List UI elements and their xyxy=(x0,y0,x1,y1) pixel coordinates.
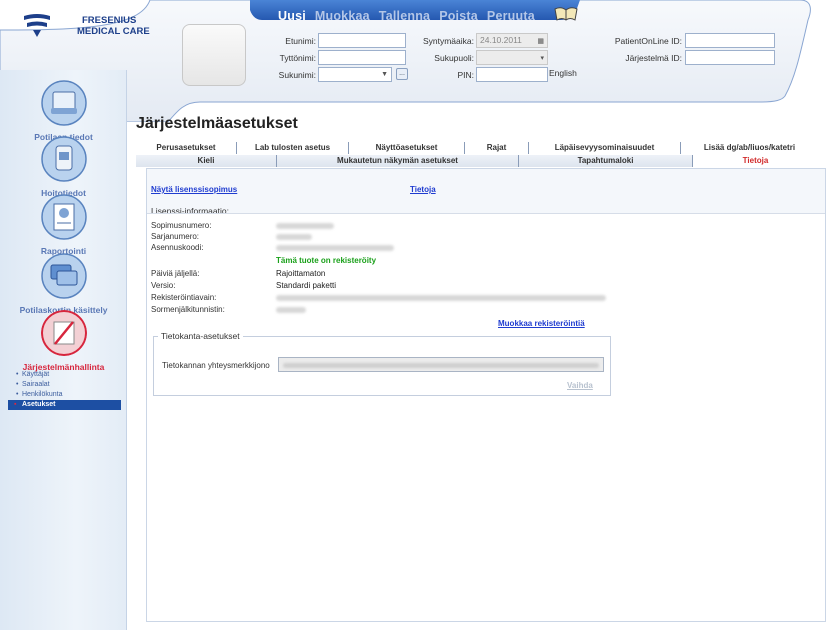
gender-label: Sukupuoli: xyxy=(434,53,474,63)
pin-field[interactable] xyxy=(476,67,548,82)
system-id-label: Järjestelmä ID: xyxy=(625,53,682,63)
last-name-label: Sukunimi: xyxy=(278,70,316,80)
brand-logo: FRESENIUS MEDICAL CARE xyxy=(22,10,162,46)
maiden-name-field[interactable] xyxy=(318,50,406,65)
settings-tabs-row1: Perusasetukset Lab tulosten asetus Näytt… xyxy=(136,142,818,154)
tab-custom-view[interactable]: Mukautetun näkymän asetukset xyxy=(276,155,518,167)
new-button[interactable]: Uusi xyxy=(278,9,306,23)
about-link[interactable]: Tietoja xyxy=(410,185,436,194)
tab-event-log[interactable]: Tapahtumaloki xyxy=(518,155,692,167)
sidebar-item-patient-info[interactable]: Potilaan tiedot xyxy=(0,80,127,142)
sidebar-sub-list: Käyttäjät Sairaalat Henkilökunta Asetuks… xyxy=(8,370,121,410)
page-title: Järjestelmäasetukset xyxy=(136,115,298,132)
tab-lab-results[interactable]: Lab tulosten asetus xyxy=(236,142,348,154)
first-name-label: Etunimi: xyxy=(285,36,316,46)
change-connection-button[interactable]: Vaihda xyxy=(567,381,593,390)
save-button[interactable]: Tallenna xyxy=(379,9,430,23)
days-left-value: Rajoittamaton xyxy=(276,269,326,278)
dropdown-arrow-icon: ▼ xyxy=(381,71,388,78)
first-name-field[interactable] xyxy=(318,33,406,48)
fingerprint-label: Sormenjälkitunnistin: xyxy=(151,305,225,314)
serial-number-label: Sarjanumero: xyxy=(151,232,200,241)
treatment-icon xyxy=(40,136,87,182)
maiden-name-label: Tyttönimi: xyxy=(279,53,316,63)
patient-photo[interactable] xyxy=(182,24,246,86)
birth-date-value: 24.10.2011 xyxy=(480,35,522,45)
birth-date-label: Syntymäaika: xyxy=(422,36,474,46)
cancel-button[interactable]: Peruuta xyxy=(487,9,535,23)
birth-date-field[interactable]: 24.10.2011 ▦ xyxy=(476,33,548,48)
reports-icon xyxy=(40,194,87,240)
delete-button[interactable]: Poista xyxy=(439,9,478,23)
connection-string-value xyxy=(283,363,599,368)
tab-limits[interactable]: Rajat xyxy=(464,142,528,154)
patient-online-id-label: PatientOnLine ID: xyxy=(614,36,682,46)
sidebar-item-treatment[interactable]: Hoitotiedot xyxy=(0,136,127,198)
patient-info-icon xyxy=(40,80,87,126)
sidebar-item-patient-card[interactable]: Potilaskortin käsittely xyxy=(0,253,127,315)
tab-basic-settings[interactable]: Perusasetukset xyxy=(136,142,236,154)
sidebar-item-system-admin[interactable]: Järjestelmänhallinta xyxy=(0,310,127,372)
tab-language[interactable]: Kieli xyxy=(136,155,276,167)
patient-online-id-field[interactable] xyxy=(685,33,775,48)
brand-line2: MEDICAL CARE xyxy=(77,26,150,37)
db-settings-legend: Tietokanta-asetukset xyxy=(158,331,243,341)
registration-key-label: Rekisteröintiavain: xyxy=(151,293,217,302)
sidebar-item-reports[interactable]: Raportointi xyxy=(0,194,127,256)
version-label: Versio: xyxy=(151,281,176,290)
system-id-field[interactable] xyxy=(685,50,775,65)
sidebar-sub-users[interactable]: Käyttäjät xyxy=(16,370,121,380)
install-code-label: Asennuskoodi: xyxy=(151,243,204,252)
serial-number-value xyxy=(276,234,312,240)
fresenius-logo-icon xyxy=(24,14,50,37)
connection-string-label: Tietokannan yhteysmerkkijono xyxy=(162,361,270,370)
system-admin-icon xyxy=(40,310,87,356)
gender-select[interactable]: ▾ xyxy=(476,50,548,65)
edit-button[interactable]: Muokkaa xyxy=(315,9,370,23)
about-panel: Näytä lisenssisopimus Tietoja Lisenssi-i… xyxy=(146,168,826,622)
show-license-link[interactable]: Näytä lisenssisopimus xyxy=(151,185,237,194)
pin-label: PIN: xyxy=(457,70,474,80)
fingerprint-value xyxy=(276,307,306,313)
registered-message: Tämä tuote on rekisteröity xyxy=(276,256,377,265)
book-icon[interactable] xyxy=(554,6,578,22)
contract-number-value xyxy=(276,223,334,229)
tab-add-dg[interactable]: Lisää dg/ab/liuos/katetri xyxy=(680,142,818,154)
sidebar-sub-settings[interactable]: Asetukset xyxy=(8,400,121,410)
connection-string-field[interactable] xyxy=(278,357,604,372)
dropdown-arrow-icon: ▾ xyxy=(540,55,544,62)
last-name-more-button[interactable]: ... xyxy=(396,68,408,80)
brand-line1: FRESENIUS xyxy=(82,15,137,26)
main-toolbar: Uusi Muokkaa Tallenna Poista Peruuta xyxy=(278,8,535,24)
settings-tabs-row2: Kieli Mukautetun näkymän asetukset Tapah… xyxy=(136,155,818,167)
contract-number-label: Sopimusnumero: xyxy=(151,221,212,230)
main-content: Järjestelmäasetukset Perusasetukset Lab … xyxy=(136,112,830,630)
tab-about[interactable]: Tietoja xyxy=(692,155,818,167)
last-name-select[interactable]: ▼ xyxy=(318,67,392,82)
tab-permeability[interactable]: Läpäisevyysominaisuudet xyxy=(528,142,680,154)
days-left-label: Päiviä jäljellä: xyxy=(151,269,200,278)
sidebar-sub-staff[interactable]: Henkilökunta xyxy=(16,390,121,400)
version-value: Standardi paketti xyxy=(276,281,337,290)
license-info-panel: Sopimusnumero: Sarjanumero: Asennuskoodi… xyxy=(147,213,825,621)
registration-key-value xyxy=(276,295,606,301)
edit-registration-link[interactable]: Muokkaa rekisteröintiä xyxy=(498,319,585,328)
language-label[interactable]: English xyxy=(549,68,577,78)
sidebar-sub-hospitals[interactable]: Sairaalat xyxy=(16,380,121,390)
patient-card-icon xyxy=(40,253,87,299)
db-settings-group: Tietokanta-asetukset Tietokannan yhteysm… xyxy=(153,331,611,396)
calendar-icon[interactable]: ▦ xyxy=(537,37,544,45)
install-code-value xyxy=(276,245,394,251)
sidebar: Potilaan tiedot Hoitotiedot Raportointi … xyxy=(0,70,127,630)
tab-display-settings[interactable]: Näyttöasetukset xyxy=(348,142,464,154)
